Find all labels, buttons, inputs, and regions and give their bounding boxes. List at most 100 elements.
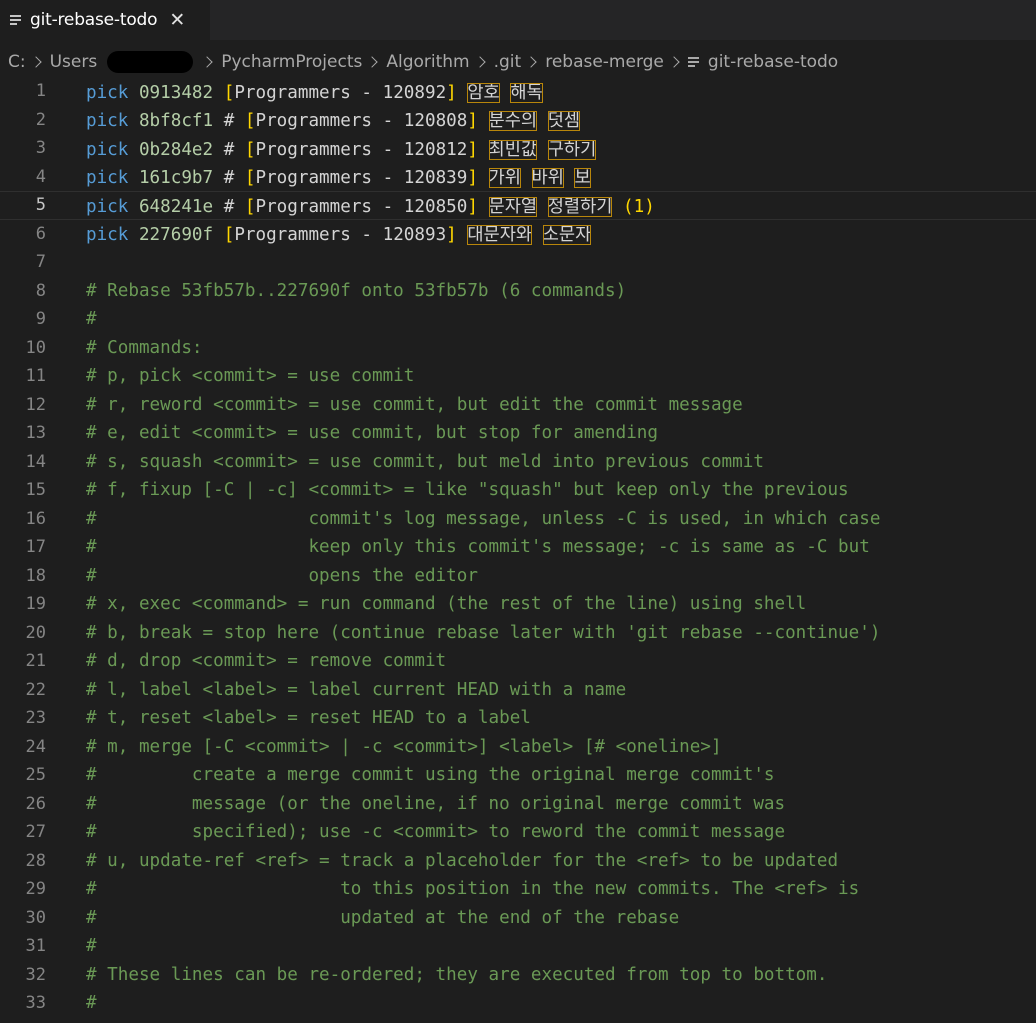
code-line[interactable]: 2 pick 8bf8cf1 # [Programmers - 120808] 분…	[0, 106, 1036, 135]
code-line[interactable]: 7	[0, 248, 1036, 277]
bracket-open: [	[223, 225, 235, 246]
line-number: 11	[25, 366, 46, 387]
commit-subject: Programmers - 120850	[255, 196, 468, 217]
korean-word: 가위	[488, 168, 521, 189]
code-line[interactable]: 25 # create a merge commit using the orig…	[0, 761, 1036, 790]
korean-word: 덧셈	[547, 111, 581, 132]
commit-hash: 0913482	[138, 82, 214, 103]
code-line[interactable]: 21 # d, drop <commit> = remove commit	[0, 647, 1036, 676]
code-line[interactable]: 13 # e, edit <commit> = use commit, but s…	[0, 419, 1036, 448]
korean-word: 분수의	[488, 111, 538, 132]
code-editor[interactable]: 1 pick 0913482 [Programmers - 120892] 암호 …	[0, 79, 1036, 1023]
comment-text: # Commands:	[86, 337, 203, 358]
comment-text: # These lines can be re-ordered; they ar…	[86, 964, 828, 985]
breadcrumb-pycharmprojects[interactable]: PycharmProjects	[221, 52, 362, 72]
commit-hash: 0b284e2	[138, 139, 214, 160]
comment-text: # t, reset <label> = reset HEAD to a lab…	[86, 708, 531, 729]
line-number: 8	[35, 280, 46, 301]
line-number: 17	[25, 537, 46, 558]
code-line[interactable]: 4 pick 161c9b7 # [Programmers - 120839] 가…	[0, 163, 1036, 192]
commit-hash: 227690f	[138, 225, 214, 246]
code-line[interactable]: 29 # to this position in the new commits.…	[0, 875, 1036, 904]
code-line[interactable]: 28 # u, update-ref <ref> = track a placeh…	[0, 847, 1036, 876]
code-line[interactable]: 14 # s, squash <commit> = use commit, but…	[0, 448, 1036, 477]
code-line[interactable]: 23 # t, reset <label> = reset HEAD to a l…	[0, 704, 1036, 733]
comment-text: #	[86, 993, 97, 1014]
separator: #	[213, 111, 245, 132]
code-line[interactable]: 18 # opens the editor	[0, 562, 1036, 591]
code-line[interactable]: 26 # message (or the oneline, if no origi…	[0, 790, 1036, 819]
code-line[interactable]: 19 # x, exec <command> = run command (the…	[0, 590, 1036, 619]
code-text: pick 0b284e2 # [Programmers - 120812] 최빈…	[86, 136, 597, 161]
code-line[interactable]: 17 # keep only this commit's message; -c …	[0, 533, 1036, 562]
code-line[interactable]: 16 # commit's log message, unless -C is u…	[0, 505, 1036, 534]
bracket-close: ]	[467, 139, 478, 160]
comment-text: # commit's log message, unless -C is use…	[86, 508, 881, 529]
separator: #	[213, 196, 245, 217]
tab-git-rebase-todo[interactable]: git-rebase-todo ✕	[0, 0, 210, 40]
breadcrumb-algorithm[interactable]: Algorithm	[386, 52, 469, 72]
commit-hash: 161c9b7	[138, 168, 214, 189]
comment-text: # s, squash <commit> = use commit, but m…	[86, 451, 764, 472]
code-line[interactable]: 12 # r, reword <commit> = use commit, but…	[0, 391, 1036, 420]
korean-word: 보	[574, 168, 591, 189]
code-line[interactable]: 32 # These lines can be re-ordered; they …	[0, 961, 1036, 990]
code-line[interactable]: 31 #	[0, 932, 1036, 961]
chevron-right-icon	[201, 56, 213, 68]
commit-subject: Programmers - 120812	[255, 139, 468, 160]
code-line[interactable]: 10 # Commands:	[0, 334, 1036, 363]
line-number: 21	[25, 651, 46, 672]
commit-subject: Programmers - 120839	[255, 168, 468, 189]
code-line[interactable]: 27 # specified); use -c <commit> to rewor…	[0, 818, 1036, 847]
line-number: 15	[25, 480, 46, 501]
code-line[interactable]: 8 # Rebase 53fb57b..227690f onto 53fb57b …	[0, 277, 1036, 306]
separator: #	[213, 168, 245, 189]
tab-bar: git-rebase-todo ✕	[0, 0, 1036, 40]
code-line[interactable]: 3 pick 0b284e2 # [Programmers - 120812] 최…	[0, 134, 1036, 163]
code-line[interactable]: 5 pick 648241e # [Programmers - 120850] 문…	[0, 191, 1036, 220]
code-text: pick 8bf8cf1 # [Programmers - 120808] 분수…	[86, 107, 581, 132]
breadcrumb-drive[interactable]: C:	[8, 52, 26, 72]
code-line[interactable]: 20 # b, break = stop here (continue rebas…	[0, 619, 1036, 648]
close-icon[interactable]: ✕	[169, 10, 185, 30]
line-number: 31	[25, 936, 46, 957]
rebase-command: pick	[86, 139, 129, 160]
bracket-open: [	[223, 82, 235, 103]
line-number: 25	[25, 765, 46, 786]
code-line[interactable]: 30 # updated at the end of the rebase	[0, 904, 1036, 933]
line-number: 30	[25, 907, 46, 928]
commit-hash: 648241e	[138, 196, 214, 217]
comment-text: # l, label <label> = label current HEAD …	[86, 679, 627, 700]
commit-subject: Programmers - 120808	[255, 111, 468, 132]
code-line[interactable]: 9 #	[0, 305, 1036, 334]
breadcrumb-file[interactable]: git-rebase-todo	[708, 52, 838, 72]
rebase-command: pick	[86, 111, 129, 132]
code-line[interactable]: 22 # l, label <label> = label current HEA…	[0, 676, 1036, 705]
bracket-open: [	[244, 196, 256, 217]
code-text: pick 0913482 [Programmers - 120892] 암호 해…	[86, 79, 543, 104]
line-number: 7	[35, 252, 46, 273]
breadcrumb-users[interactable]: Users	[50, 52, 98, 72]
bracket-open: [	[244, 111, 256, 132]
line-number: 27	[25, 822, 46, 843]
commit-subject: Programmers - 120893	[234, 225, 447, 246]
code-line[interactable]: 24 # m, merge [-C <commit> | -c <commit>]…	[0, 733, 1036, 762]
comment-text: # r, reword <commit> = use commit, but e…	[86, 394, 743, 415]
code-line[interactable]: 33 #	[0, 989, 1036, 1018]
korean-word: 최빈값	[488, 139, 538, 160]
code-line[interactable]: 1 pick 0913482 [Programmers - 120892] 암호 …	[0, 77, 1036, 106]
line-number: 14	[25, 451, 46, 472]
separator	[213, 225, 224, 245]
code-line[interactable]: 11 # p, pick <commit> = use commit	[0, 362, 1036, 391]
code-line[interactable]: 15 # f, fixup [-C | -c] <commit> = like "…	[0, 476, 1036, 505]
korean-word: 암호	[467, 82, 500, 103]
bracket-close: ]	[467, 196, 478, 217]
tab-label: git-rebase-todo	[30, 10, 158, 30]
chevron-right-icon	[366, 56, 379, 68]
chevron-right-icon	[668, 56, 680, 68]
code-line[interactable]: 6 pick 227690f [Programmers - 120893] 대문자…	[0, 220, 1036, 249]
rebase-command: pick	[86, 168, 129, 189]
breadcrumb-rebase-merge[interactable]: rebase-merge	[545, 52, 664, 72]
breadcrumb-git[interactable]: .git	[494, 52, 522, 72]
korean-word: 대문자와	[467, 225, 533, 246]
